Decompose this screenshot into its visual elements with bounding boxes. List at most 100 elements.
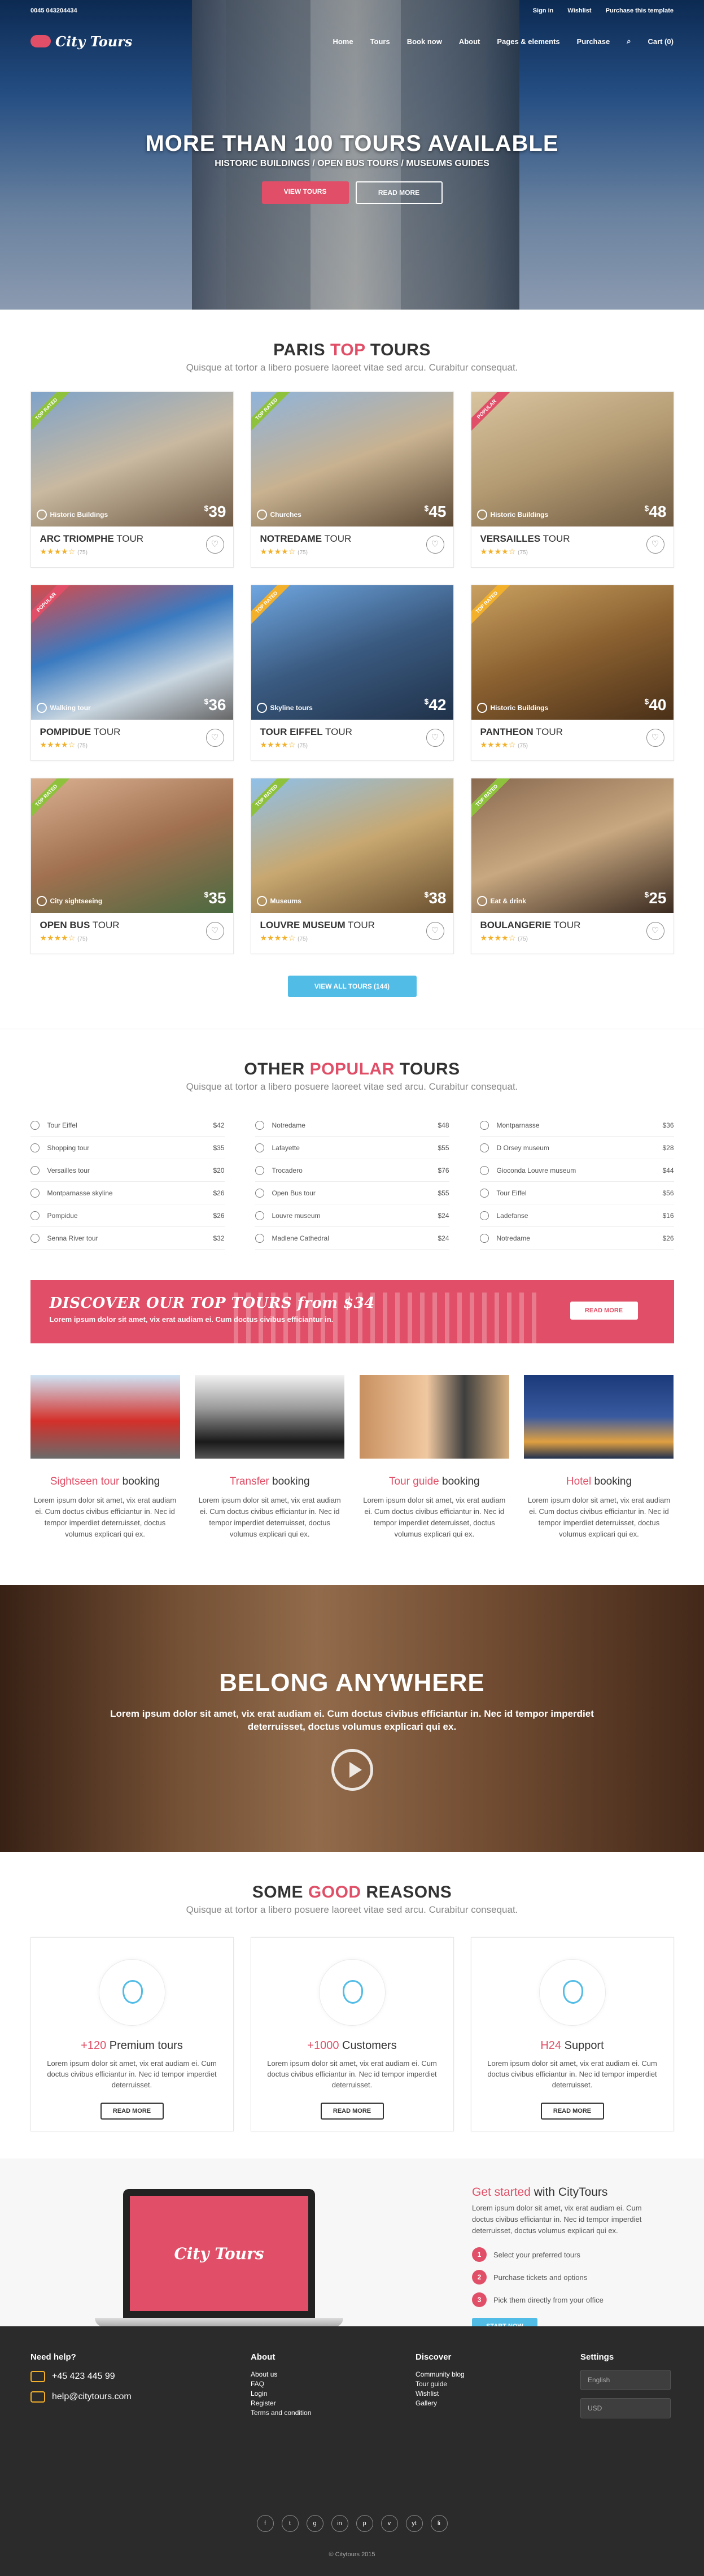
footer-phone[interactable]: +45 423 445 99 <box>30 2371 251 2382</box>
list-item[interactable]: D Orsey museum $28 <box>479 1137 674 1159</box>
service-image[interactable] <box>524 1375 674 1459</box>
social-icon[interactable]: t <box>281 2515 299 2532</box>
list-item[interactable]: Pompidue $26 <box>30 1204 225 1227</box>
cart-link[interactable]: Cart (0) <box>648 37 674 46</box>
footer-email[interactable]: help@citytours.com <box>30 2391 251 2403</box>
nav-purchase[interactable]: Purchase <box>577 37 610 46</box>
tour-card[interactable]: POPULAR Walking tour $36 POMPIDUE TOUR ★… <box>30 585 234 761</box>
tour-name[interactable]: POMPIDUE TOUR <box>40 726 224 738</box>
footer-link[interactable]: About us <box>251 2370 416 2379</box>
wishlist-heart-icon[interactable]: ♡ <box>426 922 444 940</box>
wishlist-heart-icon[interactable]: ♡ <box>646 729 664 747</box>
list-item[interactable]: Notredame $26 <box>479 1227 674 1250</box>
list-item[interactable]: Tour Eiffel $56 <box>479 1182 674 1204</box>
service-image[interactable] <box>359 1375 509 1459</box>
nav-tours[interactable]: Tours <box>370 37 390 46</box>
footer-link[interactable]: FAQ <box>251 2379 416 2389</box>
wishlist-heart-icon[interactable]: ♡ <box>426 536 444 554</box>
tour-name[interactable]: ARC TRIOMPHE TOUR <box>40 533 224 545</box>
list-item[interactable]: Madlene Cathedral $24 <box>255 1227 449 1250</box>
footer-link[interactable]: Register <box>251 2399 416 2408</box>
social-icon[interactable]: li <box>430 2515 448 2532</box>
service-title[interactable]: Transfer booking <box>195 1476 344 1488</box>
tour-card[interactable]: TOP RATED Skyline tours $42 TOUR EIFFEL … <box>250 585 454 761</box>
list-item[interactable]: Montparnasse skyline $26 <box>30 1182 225 1204</box>
list-item[interactable]: Montparnasse $36 <box>479 1114 674 1137</box>
service-image[interactable] <box>30 1375 180 1459</box>
reason-read-more-button[interactable]: READ MORE <box>100 2103 164 2120</box>
tour-card[interactable]: TOP RATED City sightseeing $35 OPEN BUS … <box>30 778 234 954</box>
tour-image[interactable]: TOP RATED Eat & drink $25 <box>471 778 674 913</box>
service-title[interactable]: Hotel booking <box>524 1476 674 1488</box>
tour-card[interactable]: TOP RATED Churches $45 NOTREDAME TOUR ★★… <box>250 391 454 568</box>
wishlist-link[interactable]: Wishlist <box>567 7 591 14</box>
nav-about[interactable]: About <box>459 37 480 46</box>
wishlist-heart-icon[interactable]: ♡ <box>426 729 444 747</box>
footer-link[interactable]: Community blog <box>416 2370 580 2379</box>
banner-read-more-button[interactable]: READ MORE <box>570 1302 638 1320</box>
wishlist-heart-icon[interactable]: ♡ <box>646 536 664 554</box>
play-video-icon[interactable] <box>331 1749 373 1791</box>
wishlist-heart-icon[interactable]: ♡ <box>205 922 224 940</box>
wishlist-heart-icon[interactable]: ♡ <box>646 922 664 940</box>
tour-card[interactable]: TOP RATED Eat & drink $25 BOULANGERIE TO… <box>470 778 674 954</box>
view-all-tours-button[interactable]: VIEW ALL TOURS (144) <box>287 976 417 997</box>
tour-image[interactable]: TOP RATED Skyline tours $42 <box>251 585 453 720</box>
tour-name[interactable]: TOUR EIFFEL TOUR <box>260 726 444 738</box>
list-item[interactable]: Notredame $48 <box>255 1114 449 1137</box>
tour-image[interactable]: POPULAR Walking tour $36 <box>30 585 233 720</box>
list-item[interactable]: Lafayette $55 <box>255 1137 449 1159</box>
social-icon[interactable]: in <box>331 2515 348 2532</box>
list-item[interactable]: Versailles tour $20 <box>30 1159 225 1182</box>
list-item[interactable]: Trocadero $76 <box>255 1159 449 1182</box>
service-title[interactable]: Sightseen tour booking <box>30 1476 180 1488</box>
nav-pages[interactable]: Pages & elements <box>497 37 559 46</box>
currency-select[interactable]: USD <box>580 2398 671 2418</box>
search-icon[interactable]: ⌕ <box>627 37 631 46</box>
tour-card[interactable]: TOP RATED Historic Buildings $40 PANTHEO… <box>470 585 674 761</box>
tour-image[interactable]: TOP RATED Historic Buildings $40 <box>471 585 674 720</box>
tour-image[interactable]: TOP RATED Historic Buildings $39 <box>30 392 233 526</box>
tour-image[interactable]: TOP RATED Churches $45 <box>251 392 453 526</box>
service-title[interactable]: Tour guide booking <box>360 1476 509 1488</box>
footer-link[interactable]: Tour guide <box>416 2379 580 2389</box>
social-icon[interactable]: g <box>306 2515 323 2532</box>
nav-book-now[interactable]: Book now <box>407 37 442 46</box>
tour-name[interactable]: OPEN BUS TOUR <box>40 920 224 931</box>
wishlist-heart-icon[interactable]: ♡ <box>205 729 224 747</box>
reason-read-more-button[interactable]: READ MORE <box>320 2103 384 2120</box>
footer-link[interactable]: Gallery <box>416 2399 580 2408</box>
social-icon[interactable]: v <box>381 2515 398 2532</box>
list-item[interactable]: Louvre museum $24 <box>255 1204 449 1227</box>
social-icon[interactable]: p <box>356 2515 373 2532</box>
list-item[interactable]: Shopping tour $35 <box>30 1137 225 1159</box>
social-icon[interactable]: yt <box>405 2515 423 2532</box>
reason-read-more-button[interactable]: READ MORE <box>540 2103 604 2120</box>
signin-link[interactable]: Sign in <box>533 7 554 14</box>
language-select[interactable]: English <box>580 2370 671 2390</box>
nav-home[interactable]: Home <box>333 37 353 46</box>
social-icon[interactable]: f <box>256 2515 274 2532</box>
list-item[interactable]: Open Bus tour $55 <box>255 1182 449 1204</box>
tour-image[interactable]: TOP RATED City sightseeing $35 <box>30 778 233 913</box>
tour-name[interactable]: NOTREDAME TOUR <box>260 533 444 545</box>
tour-name[interactable]: VERSAILLES TOUR <box>480 533 664 545</box>
footer-link[interactable]: Login <box>251 2389 416 2399</box>
tour-image[interactable]: POPULAR Historic Buildings $48 <box>471 392 674 526</box>
tour-card[interactable]: POPULAR Historic Buildings $48 VERSAILLE… <box>470 391 674 568</box>
view-tours-button[interactable]: VIEW TOURS <box>261 181 349 204</box>
list-item[interactable]: Ladefanse $16 <box>479 1204 674 1227</box>
wishlist-heart-icon[interactable]: ♡ <box>205 536 224 554</box>
tour-name[interactable]: BOULANGERIE TOUR <box>480 920 664 931</box>
read-more-button[interactable]: READ MORE <box>355 181 443 204</box>
tour-card[interactable]: TOP RATED Historic Buildings $39 ARC TRI… <box>30 391 234 568</box>
footer-link[interactable]: Wishlist <box>416 2389 580 2399</box>
list-item[interactable]: Tour Eiffel $42 <box>30 1114 225 1137</box>
tour-name[interactable]: LOUVRE MUSEUM TOUR <box>260 920 444 931</box>
tour-image[interactable]: TOP RATED Museums $38 <box>251 778 453 913</box>
list-item[interactable]: Gioconda Louvre museum $44 <box>479 1159 674 1182</box>
tour-card[interactable]: TOP RATED Museums $38 LOUVRE MUSEUM TOUR… <box>250 778 454 954</box>
footer-link[interactable]: Terms and condition <box>251 2408 416 2418</box>
tour-name[interactable]: PANTHEON TOUR <box>480 726 664 738</box>
service-image[interactable] <box>195 1375 345 1459</box>
